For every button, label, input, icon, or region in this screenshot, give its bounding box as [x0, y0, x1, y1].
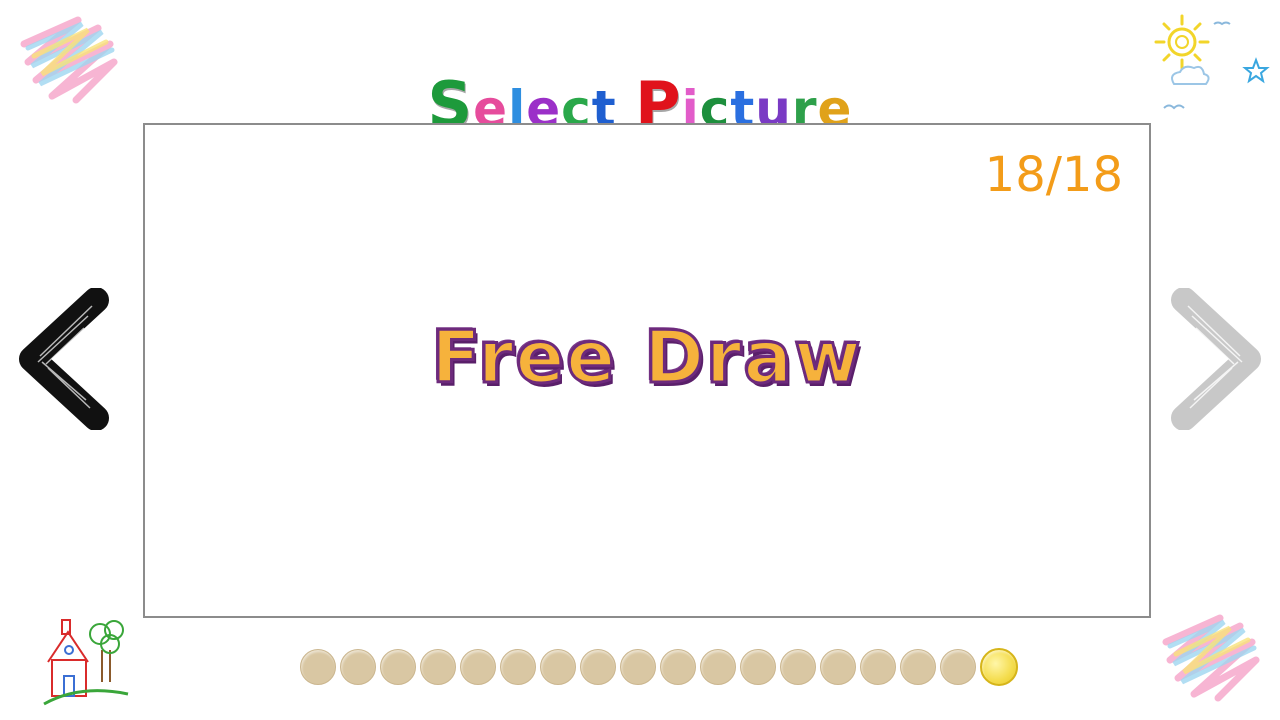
- page-dot[interactable]: [580, 649, 616, 685]
- page-dot[interactable]: [860, 649, 896, 685]
- page-dot[interactable]: [300, 649, 336, 685]
- page-dot[interactable]: [900, 649, 936, 685]
- free-draw-label[interactable]: Free Draw: [145, 314, 1149, 401]
- rainbow-scribble-bottom-right: [1162, 614, 1260, 702]
- next-arrow-icon[interactable]: [1170, 288, 1262, 430]
- picture-frame[interactable]: 18/18 Free Draw: [143, 123, 1151, 618]
- page-indicator: [300, 647, 1018, 687]
- page-dot[interactable]: [820, 649, 856, 685]
- page-dot[interactable]: [740, 649, 776, 685]
- page-dot[interactable]: [420, 649, 456, 685]
- page-dot[interactable]: [380, 649, 416, 685]
- sun-doodle: [1154, 14, 1270, 110]
- house-doodle: [43, 619, 129, 706]
- page-dot[interactable]: [700, 649, 736, 685]
- page-dot[interactable]: [940, 649, 976, 685]
- page-dot[interactable]: [460, 649, 496, 685]
- page-dot[interactable]: [660, 649, 696, 685]
- picture-counter: 18/18: [984, 147, 1123, 203]
- page-dot[interactable]: [500, 649, 536, 685]
- page-dot[interactable]: [540, 649, 576, 685]
- previous-arrow-icon[interactable]: [18, 288, 110, 430]
- page-dot[interactable]: [620, 649, 656, 685]
- page-dot-active[interactable]: [980, 648, 1018, 686]
- page-dot[interactable]: [340, 649, 376, 685]
- page-dot[interactable]: [780, 649, 816, 685]
- rainbow-scribble-top-left: [20, 16, 118, 104]
